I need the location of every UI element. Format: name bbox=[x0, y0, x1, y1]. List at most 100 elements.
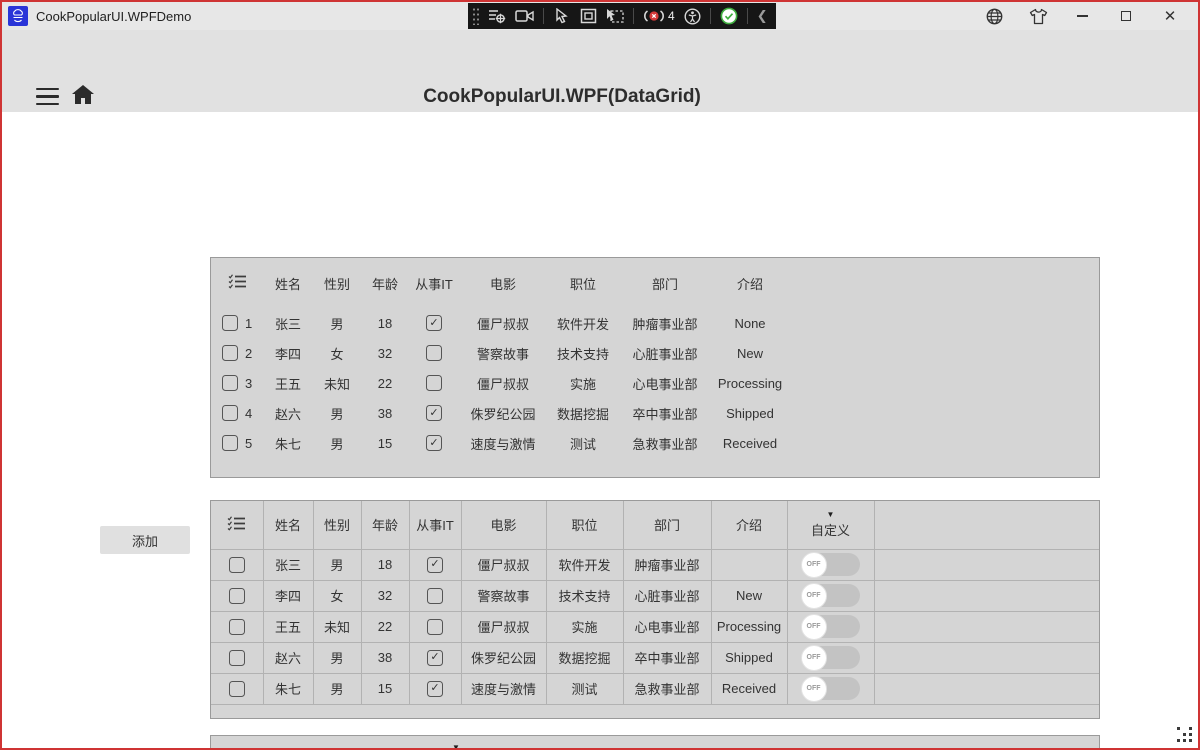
cell-gender: 男 bbox=[330, 406, 344, 422]
cell-department: 心电事业部 bbox=[622, 610, 712, 643]
cell-name: 朱七 bbox=[262, 672, 314, 705]
column-header[interactable]: 电影 bbox=[460, 501, 547, 550]
validate-check-icon[interactable] bbox=[720, 7, 738, 25]
column-header[interactable]: 职位 bbox=[547, 258, 619, 308]
cell-department: 肿瘤事业部 bbox=[622, 548, 712, 581]
app-icon bbox=[8, 6, 28, 26]
column-header[interactable]: 性别 bbox=[312, 501, 362, 550]
datagrid-toggle: 姓名 性别 从事IT ▼介绍 喜爱电影 介绍 1 First Man ON bbox=[210, 735, 1100, 748]
minimize-button[interactable] bbox=[1060, 2, 1104, 30]
row-checkbox[interactable] bbox=[222, 435, 238, 451]
cell-age: 18 bbox=[377, 315, 393, 331]
page-title: CookPopularUI.WPF(DataGrid) bbox=[423, 86, 701, 107]
column-header[interactable]: 从事IT bbox=[408, 501, 462, 550]
it-checkbox[interactable] bbox=[426, 315, 442, 331]
cell-intro: New bbox=[736, 345, 763, 361]
cell-gender: 男 bbox=[312, 548, 362, 581]
cell-movie: 僵尸叔叔 bbox=[460, 548, 547, 581]
select-window-icon[interactable] bbox=[580, 8, 597, 24]
inspect-list-icon[interactable] bbox=[488, 8, 506, 24]
cell-age: 18 bbox=[360, 548, 410, 581]
column-header[interactable]: 部门 bbox=[622, 501, 712, 550]
row-checkbox[interactable] bbox=[228, 649, 245, 666]
cell-intro: Received bbox=[710, 672, 788, 705]
row-checkbox[interactable] bbox=[228, 556, 245, 573]
it-checkbox[interactable] bbox=[427, 680, 443, 697]
table-row: 张三 男 18 僵尸叔叔 软件开发 肿瘤事业部 OFF bbox=[211, 548, 1099, 581]
row-checkbox[interactable] bbox=[228, 618, 245, 635]
table-row: 3 王五 未知 22 僵尸叔叔 实施 心电事业部 Processing bbox=[211, 368, 1099, 398]
column-header[interactable]: 性别 bbox=[311, 736, 361, 748]
custom-toggle[interactable]: OFF bbox=[800, 675, 860, 702]
select-region-icon[interactable] bbox=[553, 8, 571, 24]
custom-toggle[interactable]: OFF bbox=[800, 582, 860, 609]
select-element-icon[interactable] bbox=[606, 8, 624, 24]
accessibility-icon[interactable] bbox=[684, 7, 701, 25]
column-header[interactable]: 年龄 bbox=[360, 501, 410, 550]
window-controls: ✕ bbox=[972, 2, 1192, 30]
grip-handle-icon[interactable] bbox=[472, 7, 479, 25]
cell-movie: 僵尸叔叔 bbox=[460, 610, 547, 643]
it-checkbox[interactable] bbox=[427, 618, 443, 635]
navbar: CookPopularUI.WPF(DataGrid) bbox=[2, 30, 1198, 112]
camera-icon[interactable] bbox=[515, 9, 534, 23]
it-checkbox[interactable] bbox=[426, 405, 442, 421]
custom-toggle[interactable]: OFF bbox=[800, 613, 860, 640]
table-row: 王五 未知 22 僵尸叔叔 实施 心电事业部 Processing OFF bbox=[211, 610, 1099, 643]
resize-grip[interactable] bbox=[1177, 727, 1180, 730]
column-header[interactable]: 姓名 bbox=[263, 258, 313, 308]
breakpoint-icon[interactable] bbox=[643, 8, 665, 24]
column-header[interactable]: 从事IT bbox=[409, 258, 459, 308]
column-header[interactable]: 从事IT bbox=[361, 736, 413, 748]
column-header[interactable]: 姓名 bbox=[259, 736, 311, 748]
cell-gender: 男 bbox=[330, 316, 344, 332]
column-header[interactable]: 电影 bbox=[459, 258, 547, 308]
breakpoint-count: 4 bbox=[668, 9, 675, 23]
column-header-sorted[interactable]: ▼ 自定义 bbox=[786, 501, 875, 550]
column-header[interactable]: 介绍 bbox=[565, 736, 633, 748]
theme-shirt-icon[interactable] bbox=[1016, 2, 1060, 30]
column-header[interactable]: 姓名 bbox=[262, 501, 314, 550]
it-checkbox[interactable] bbox=[426, 375, 442, 391]
column-header[interactable]: 年龄 bbox=[361, 258, 409, 308]
cell-age: 38 bbox=[360, 641, 410, 674]
new-row-placeholder bbox=[211, 704, 1099, 718]
cell-movie: 侏罗纪公园 bbox=[470, 406, 536, 422]
column-header[interactable]: 喜爱电影 bbox=[499, 736, 565, 748]
column-header[interactable]: 介绍 bbox=[711, 258, 789, 308]
app-window: CookPopularUI.WPFDemo 4 ❮ ✕ CookPopularU… bbox=[0, 0, 1200, 750]
column-header[interactable]: 介绍 bbox=[710, 501, 788, 550]
cell-department: 心脏事业部 bbox=[632, 346, 698, 362]
row-checkbox[interactable] bbox=[228, 680, 245, 697]
cell-intro: New bbox=[710, 579, 788, 612]
column-header[interactable]: 职位 bbox=[545, 501, 624, 550]
close-button[interactable]: ✕ bbox=[1148, 2, 1192, 30]
column-header[interactable]: 性别 bbox=[313, 258, 361, 308]
it-checkbox[interactable] bbox=[426, 345, 442, 361]
custom-toggle[interactable]: OFF bbox=[800, 644, 860, 671]
it-checkbox[interactable] bbox=[427, 587, 443, 604]
row-checkbox[interactable] bbox=[222, 375, 238, 391]
cell-age: 15 bbox=[360, 672, 410, 705]
column-header[interactable]: 部门 bbox=[619, 258, 711, 308]
select-all-icon[interactable] bbox=[211, 736, 259, 748]
select-all-icon[interactable] bbox=[211, 501, 264, 550]
table-row: 李四 女 32 警察故事 技术支持 心脏事业部 New OFF bbox=[211, 579, 1099, 612]
row-checkbox[interactable] bbox=[222, 345, 238, 361]
column-header-sorted[interactable]: ▼介绍 bbox=[413, 736, 499, 748]
row-checkbox[interactable] bbox=[222, 405, 238, 421]
maximize-button[interactable] bbox=[1104, 2, 1148, 30]
row-number: 3 bbox=[245, 375, 253, 391]
select-all-icon[interactable] bbox=[211, 258, 263, 308]
collapse-chevron-icon[interactable]: ❮ bbox=[757, 8, 768, 24]
it-checkbox[interactable] bbox=[427, 556, 443, 573]
titlebar: CookPopularUI.WPFDemo 4 ❮ ✕ bbox=[2, 2, 1198, 30]
row-checkbox[interactable] bbox=[222, 315, 238, 331]
language-globe-icon[interactable] bbox=[972, 2, 1016, 30]
cell-position: 实施 bbox=[569, 376, 596, 392]
it-checkbox[interactable] bbox=[426, 435, 442, 451]
custom-toggle[interactable]: OFF bbox=[800, 551, 860, 578]
add-button[interactable]: 添加 bbox=[100, 526, 190, 554]
it-checkbox[interactable] bbox=[427, 649, 443, 666]
row-checkbox[interactable] bbox=[228, 587, 245, 604]
